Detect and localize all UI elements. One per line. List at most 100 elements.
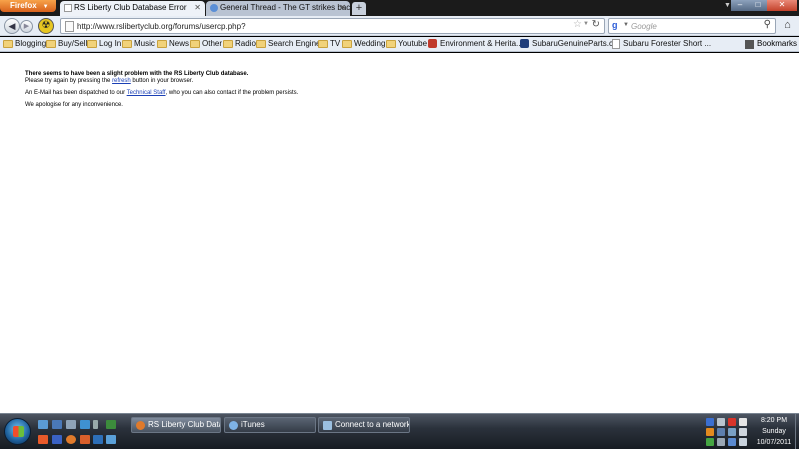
bookmark-label: Blogging — [15, 39, 47, 48]
start-button[interactable] — [4, 418, 31, 445]
bookmark-star-icon[interactable]: ☆ — [573, 19, 582, 30]
volume-icon[interactable] — [739, 438, 747, 446]
close-window-icon[interactable]: ✕ — [767, 0, 797, 11]
monitor-icon[interactable] — [728, 438, 736, 446]
folder-icon — [157, 40, 167, 48]
folder-icon — [3, 40, 13, 48]
bookmark-item[interactable]: Environment & Herita... — [428, 38, 523, 50]
bookmark-label: Buy/Sell — [58, 39, 88, 48]
green-tray-icon[interactable] — [706, 438, 714, 446]
task-label: RS Liberty Club Data... — [148, 420, 220, 429]
powerpoint-icon[interactable] — [80, 435, 90, 444]
bookmark-label: News — [169, 39, 190, 48]
outlook-icon[interactable] — [38, 435, 48, 444]
folder-icon — [122, 40, 132, 48]
new-tab-button[interactable]: + — [352, 2, 366, 15]
close-tab-icon[interactable]: ✕ — [339, 1, 346, 15]
tab-title: General Thread - The GT strikes back... — [220, 3, 350, 12]
tab-inactive[interactable]: General Thread - The GT strikes back... … — [206, 1, 350, 16]
media-icon[interactable] — [93, 435, 103, 444]
bookmark-folder[interactable]: Other — [190, 38, 222, 50]
usb-icon[interactable] — [717, 418, 725, 426]
clock-date: 10/07/2011 — [756, 439, 792, 446]
navigation-toolbar: ◀ ▶ ☢ http://www.rslibertyclub.org/forum… — [0, 16, 799, 36]
email-line-post: , who you can also contact if the proble… — [165, 90, 299, 96]
bookmark-folder[interactable]: Music — [122, 38, 155, 50]
firefox-menu-button[interactable]: Firefox ▼ — [0, 0, 56, 12]
back-arrow-icon[interactable]: ◀ — [4, 18, 20, 34]
task-label: iTunes — [241, 420, 265, 429]
close-tab-icon[interactable]: ✕ — [194, 1, 201, 15]
bluetooth-icon[interactable] — [706, 418, 714, 426]
email-line-pre: An E-Mail has been dispatched to our — [25, 90, 127, 96]
search-icon[interactable]: ⚲ — [764, 19, 771, 30]
error-heading: There seems to have been a slight proble… — [25, 71, 249, 77]
bookmark-folder[interactable]: Blogging — [3, 38, 46, 50]
bookmark-folder[interactable]: Wedding — [342, 38, 385, 50]
tab-title: RS Liberty Club Database Error — [74, 3, 187, 12]
search-bar[interactable]: g ▼ Google ⚲ — [608, 18, 776, 34]
bookmark-label: TV — [330, 39, 341, 48]
pin-icon[interactable] — [93, 420, 98, 429]
clock-time: 8:20 PM — [760, 417, 788, 424]
home-icon[interactable]: ⌂ — [780, 18, 795, 33]
explorer-icon[interactable] — [38, 420, 48, 429]
window-switch-icon[interactable] — [66, 420, 76, 429]
search-input[interactable]: Google — [631, 20, 657, 33]
tab-active[interactable]: RS Liberty Club Database Error ✕ — [60, 1, 205, 16]
windows-logo-icon — [13, 426, 24, 437]
taskbar-task-network[interactable]: Connect to a network — [318, 417, 410, 433]
itunes-icon — [229, 421, 238, 430]
network-icon — [323, 421, 332, 430]
firefox-icon[interactable] — [66, 435, 76, 444]
search-engine-dropdown-icon[interactable]: ▼ — [623, 22, 629, 28]
bookmarks-icon — [744, 40, 754, 49]
error-line-refresh: Please try again by pressing the refresh… — [25, 78, 298, 85]
history-dropdown-icon[interactable]: ▼ — [583, 21, 589, 27]
update-icon[interactable] — [706, 428, 714, 436]
messenger-icon[interactable] — [80, 420, 90, 429]
error-message: There seems to have been a slight proble… — [25, 71, 298, 109]
network-tray-icon[interactable] — [739, 428, 747, 436]
technical-staff-link[interactable]: Technical Staff — [127, 90, 166, 96]
antivirus-icon[interactable] — [728, 418, 736, 426]
list-all-tabs-icon[interactable]: ▼ — [724, 2, 731, 9]
bookmark-item[interactable]: Subaru Forester Short ... — [611, 38, 711, 50]
bookmark-folder[interactable]: News — [157, 38, 189, 50]
refresh-link[interactable]: refresh — [112, 78, 131, 84]
reload-icon[interactable]: ↻ — [592, 19, 600, 30]
firefox-icon — [136, 421, 145, 430]
minimize-icon[interactable]: – — [731, 0, 749, 11]
clock[interactable]: 8:20 PM Sunday 10/07/2011 — [752, 415, 796, 448]
folder-icon — [318, 40, 328, 48]
excel-icon[interactable] — [106, 420, 116, 429]
network-share-icon[interactable] — [106, 435, 116, 444]
radiation-addon-icon[interactable]: ☢ — [38, 18, 54, 34]
desktop-icon[interactable] — [52, 420, 62, 429]
taskbar-task-itunes[interactable]: iTunes — [224, 417, 316, 433]
bookmark-folder[interactable]: TV — [318, 38, 340, 50]
folder-icon — [386, 40, 396, 48]
bookmark-folder[interactable]: Search Engines — [256, 38, 324, 50]
forward-arrow-icon[interactable]: ▶ — [20, 20, 33, 33]
sync-icon[interactable] — [728, 428, 736, 436]
bookmark-item[interactable]: SubaruGenuineParts.c... — [520, 38, 620, 50]
bookmark-folder[interactable]: Youtube — [386, 38, 427, 50]
show-desktop-button[interactable] — [795, 414, 799, 449]
url-bar[interactable]: http://www.rslibertyclub.org/forums/user… — [60, 18, 605, 34]
bookmark-folder[interactable]: Radio — [223, 38, 256, 50]
bookmark-folder[interactable]: Buy/Sell — [46, 38, 87, 50]
flag-icon[interactable] — [739, 418, 747, 426]
word-icon[interactable] — [52, 435, 62, 444]
url-text[interactable]: http://www.rslibertyclub.org/forums/user… — [77, 20, 246, 33]
bookmark-folder[interactable]: Log In — [87, 38, 121, 50]
display-icon[interactable] — [717, 428, 725, 436]
taskbar-task-firefox[interactable]: RS Liberty Club Data... — [131, 417, 221, 433]
page-icon — [612, 39, 620, 49]
power-icon[interactable] — [717, 438, 725, 446]
maximize-icon[interactable]: □ — [749, 0, 767, 11]
tab-strip: Firefox ▼ RS Liberty Club Database Error … — [0, 0, 799, 16]
page-icon — [65, 21, 74, 32]
bookmarks-menu-button[interactable]: Bookmarks — [744, 38, 797, 50]
error-line-apology: We apologise for any inconvenience. — [25, 102, 123, 108]
